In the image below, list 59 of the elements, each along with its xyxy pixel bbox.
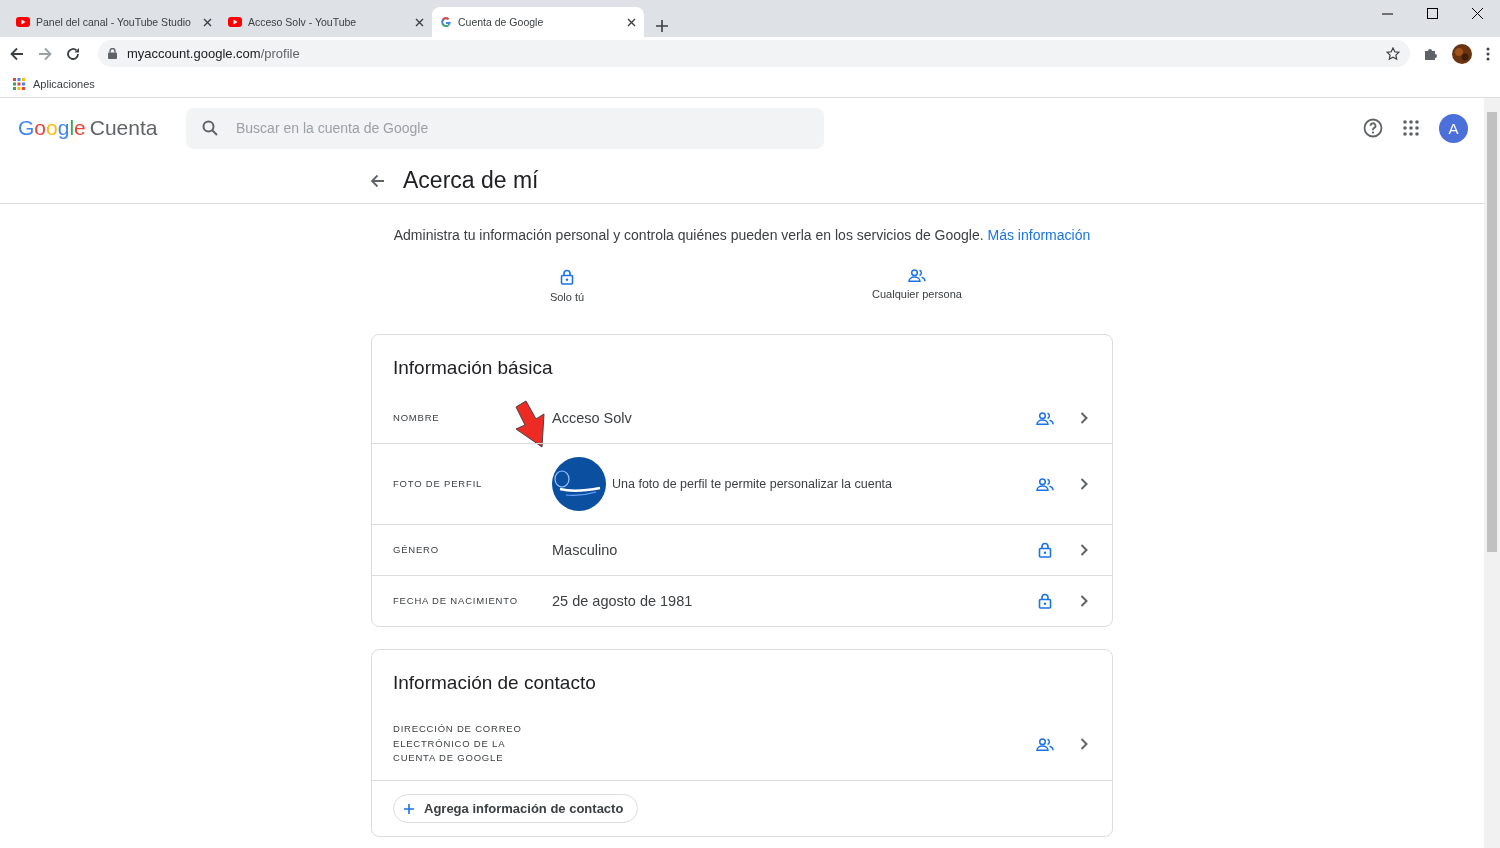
field-value: Una foto de perfil te permite personalizar la cuenta [612, 477, 893, 491]
field-value: Acceso Solv [552, 410, 632, 426]
close-icon[interactable] [203, 17, 212, 27]
info-row[interactable]: FECHA DE NACIMIENTO 25 de agosto de 1981 [372, 575, 1112, 626]
address-bar[interactable]: myaccount.google.com/profile [98, 40, 1410, 67]
section-title: Información de contacto [392, 671, 597, 695]
avatar[interactable]: A [1439, 113, 1468, 143]
search-icon [202, 119, 218, 136]
more-info-link[interactable]: Más información [987, 227, 1091, 243]
page-title: Acerca de mí [403, 167, 539, 194]
chevron-icon [1080, 544, 1088, 556]
reload-icon[interactable] [66, 46, 80, 61]
browser-tab[interactable]: Cuenta de Google [432, 7, 644, 37]
info-row[interactable]: NOMBRE Acceso Solv [372, 393, 1112, 443]
bookmark-link[interactable]: Aplicaciones [33, 77, 95, 90]
google-account-logo[interactable]: Google Cuenta [18, 116, 186, 140]
field-label: GÉNERO [393, 542, 440, 557]
help-icon[interactable] [1363, 118, 1383, 138]
chevron-icon [1080, 412, 1088, 424]
chevron-icon [1080, 595, 1088, 607]
star-icon[interactable] [1386, 46, 1400, 61]
apps-grid-icon[interactable] [1403, 120, 1419, 136]
section-title: Información básica [392, 356, 554, 380]
close-icon[interactable] [627, 17, 636, 27]
lock-icon [560, 269, 574, 285]
search-field[interactable]: Buscar en la cuenta de Google [186, 107, 824, 149]
legend-label: Cualquier persona [872, 288, 962, 300]
video-play-icon [228, 17, 242, 27]
g-logo-icon [440, 16, 452, 28]
back-arrow-icon[interactable] [10, 46, 24, 61]
chevron-icon [1080, 478, 1088, 490]
info-row[interactable]: DIRECCIÓN DE CORREO ELECTRÓNICO DE LA CUENTA DE GOOGLE [372, 708, 1112, 780]
add-contact-button[interactable]: Agrega información de contacto [393, 794, 639, 823]
info-row[interactable]: FOTO DE PERFIL Una foto de perfil te permite personalizar la cuenta [372, 443, 1112, 524]
info-row[interactable]: GÉNERO Masculino [372, 524, 1112, 575]
field-label: DIRECCIÓN DE CORREO ELECTRÓNICO DE LA CUENTA DE GOOGLE [393, 722, 523, 766]
back-arrow-icon[interactable] [370, 173, 385, 188]
browser-tab[interactable]: Panel del canal - YouTube Studio [8, 7, 220, 37]
field-label: FOTO DE PERFIL [393, 476, 484, 491]
legend-label: Solo tú [549, 291, 585, 303]
field-value: Masculino [552, 542, 618, 558]
field-label: NOMBRE [393, 410, 441, 425]
field-label: FECHA DE NACIMIENTO [393, 593, 519, 608]
apps-grid-icon [13, 77, 25, 90]
people-icon [908, 269, 926, 282]
puzzle-icon[interactable] [1424, 46, 1438, 61]
chevron-icon [1080, 738, 1088, 750]
browser-tab[interactable]: Acceso Solv - YouTube [220, 7, 432, 37]
close-icon[interactable] [415, 17, 424, 27]
new-tab-icon[interactable] [656, 20, 668, 32]
lock-icon [108, 48, 117, 59]
scrollbar-thumb[interactable] [1487, 112, 1497, 552]
menu-icon[interactable] [1486, 46, 1490, 61]
url-text: myaccount.google.com/profile [127, 46, 300, 61]
forward-arrow-icon[interactable] [38, 46, 52, 61]
field-value: 25 de agosto de 1981 [552, 593, 693, 609]
plus-icon [404, 803, 414, 814]
intro-text: Administra tu información personal y controla quiénes pueden verla en los servicios de Google. Más información [392, 227, 1092, 243]
video-play-icon [16, 17, 30, 27]
